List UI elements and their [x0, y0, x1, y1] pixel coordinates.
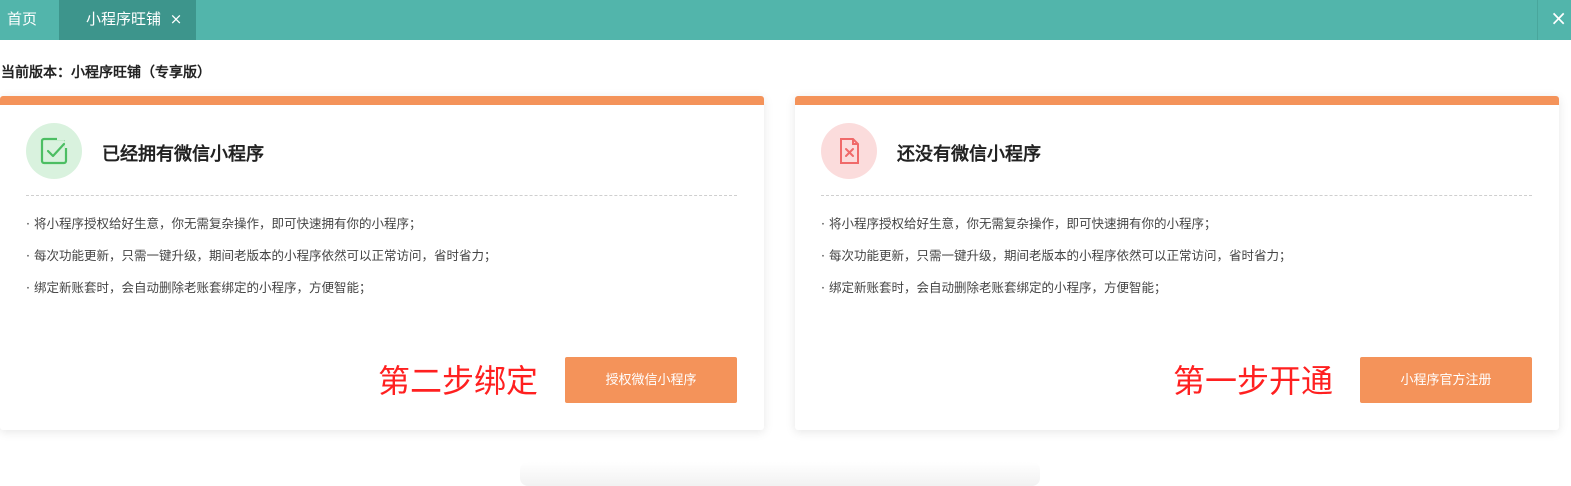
- tab-bar: 首页 小程序旺铺 × ×: [0, 0, 1571, 40]
- x-document-icon: [821, 123, 877, 179]
- card-title: 已经拥有微信小程序: [102, 144, 264, 165]
- step-annotation: 第二步绑定: [378, 362, 539, 400]
- divider: [821, 195, 1532, 196]
- feature-list: 将小程序授权给好生意，你无需复杂操作，即可快速拥有你的小程序； 每次功能更新，只…: [26, 216, 497, 312]
- divider: [26, 195, 737, 196]
- list-item: 将小程序授权给好生意，你无需复杂操作，即可快速拥有你的小程序；: [821, 216, 1291, 232]
- authorize-wechat-mini-program-button[interactable]: 授权微信小程序: [565, 357, 737, 403]
- list-item: 绑定新账套时，会自动删除老账套绑定的小程序，方便智能；: [821, 280, 1291, 296]
- tab-mini-program-shop[interactable]: 小程序旺铺 ×: [59, 0, 196, 40]
- register-mini-program-button[interactable]: 小程序官方注册: [1360, 357, 1532, 403]
- tab-close-icon[interactable]: ×: [170, 10, 183, 28]
- list-item: 绑定新账套时，会自动删除老账套绑定的小程序，方便智能；: [26, 280, 496, 296]
- tab-home[interactable]: 首页: [7, 0, 37, 40]
- card-have-mini-program: 已经拥有微信小程序 将小程序授权给好生意，你无需复杂操作，即可快速拥有你的小程序…: [0, 96, 764, 430]
- feature-list: 将小程序授权给好生意，你无需复杂操作，即可快速拥有你的小程序； 每次功能更新，只…: [821, 216, 1292, 312]
- bottom-fade: [520, 462, 1040, 486]
- card-title: 还没有微信小程序: [897, 144, 1041, 165]
- check-document-icon: [26, 123, 82, 179]
- close-all-icon[interactable]: ×: [1537, 0, 1571, 40]
- card-no-mini-program: 还没有微信小程序 将小程序授权给好生意，你无需复杂操作，即可快速拥有你的小程序；…: [795, 96, 1559, 430]
- tab-active-label: 小程序旺铺: [86, 10, 162, 28]
- list-item: 将小程序授权给好生意，你无需复杂操作，即可快速拥有你的小程序；: [26, 216, 496, 232]
- step-annotation: 第一步开通: [1173, 362, 1334, 400]
- tab-home-label: 首页: [7, 10, 38, 28]
- list-item: 每次功能更新，只需一键升级，期间老版本的小程序依然可以正常访问，省时省力；: [26, 248, 497, 264]
- version-info: 当前版本：小程序旺铺（专享版）: [1, 65, 211, 81]
- list-item: 每次功能更新，只需一键升级，期间老版本的小程序依然可以正常访问，省时省力；: [821, 248, 1292, 264]
